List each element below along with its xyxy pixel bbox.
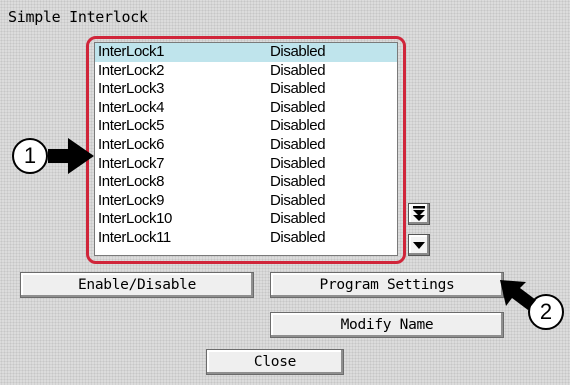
list-item[interactable]: InterLock7 Disabled: [95, 155, 397, 174]
interlock-name: InterLock7: [98, 154, 165, 172]
enable-disable-button[interactable]: Enable/Disable: [20, 272, 254, 298]
interlock-status: Disabled: [270, 80, 326, 98]
interlock-status: Disabled: [270, 135, 326, 153]
list-item[interactable]: InterLock2 Disabled: [95, 62, 397, 81]
callout-1-badge: 1: [12, 138, 48, 174]
interlock-name: InterLock9: [98, 191, 165, 209]
interlock-status: Disabled: [270, 228, 326, 246]
interlock-status: Disabled: [270, 98, 326, 116]
program-settings-button[interactable]: Program Settings: [270, 272, 504, 298]
list-item[interactable]: InterLock9 Disabled: [95, 192, 397, 211]
interlock-status: Disabled: [270, 210, 326, 228]
double-chevron-down-icon: [413, 206, 425, 221]
list-item[interactable]: InterLock5 Disabled: [95, 117, 397, 136]
list-item[interactable]: InterLock3 Disabled: [95, 80, 397, 99]
interlock-name: InterLock10: [98, 210, 172, 228]
interlock-status: Disabled: [270, 61, 326, 79]
interlock-name: InterLock8: [98, 173, 165, 191]
interlock-status: Disabled: [270, 191, 326, 209]
chevron-down-icon: [413, 242, 425, 249]
window-title: Simple Interlock: [8, 8, 148, 26]
interlock-name: InterLock2: [98, 61, 165, 79]
interlock-status: Disabled: [270, 117, 326, 135]
interlock-name: InterLock11: [98, 228, 171, 246]
scroll-page-down-button[interactable]: [408, 203, 430, 225]
list-item[interactable]: InterLock1 Disabled: [95, 43, 397, 62]
scroll-down-button[interactable]: [408, 234, 430, 256]
modify-name-button[interactable]: Modify Name: [270, 312, 504, 338]
list-item[interactable]: InterLock6 Disabled: [95, 136, 397, 155]
list-item[interactable]: InterLock10 Disabled: [95, 210, 397, 229]
close-button[interactable]: Close: [206, 349, 344, 375]
interlock-name: InterLock4: [98, 98, 165, 116]
interlock-status: Disabled: [270, 173, 326, 191]
interlock-name: InterLock3: [98, 80, 165, 98]
interlock-list[interactable]: InterLock1 Disabled InterLock2 Disabled Inte…: [94, 42, 398, 256]
callout-1-arrow-icon: [48, 138, 94, 174]
interlock-name: InterLock5: [98, 117, 165, 135]
interlock-name: InterLock6: [98, 135, 165, 153]
callout-2-arrow-icon: [500, 280, 536, 310]
list-item[interactable]: InterLock4 Disabled: [95, 99, 397, 118]
interlock-status: Disabled: [270, 154, 326, 172]
list-item[interactable]: InterLock11 Disabled: [95, 229, 397, 248]
interlock-status: Disabled: [270, 43, 326, 60]
list-item[interactable]: InterLock8 Disabled: [95, 173, 397, 192]
interlock-name: InterLock1: [98, 43, 165, 60]
